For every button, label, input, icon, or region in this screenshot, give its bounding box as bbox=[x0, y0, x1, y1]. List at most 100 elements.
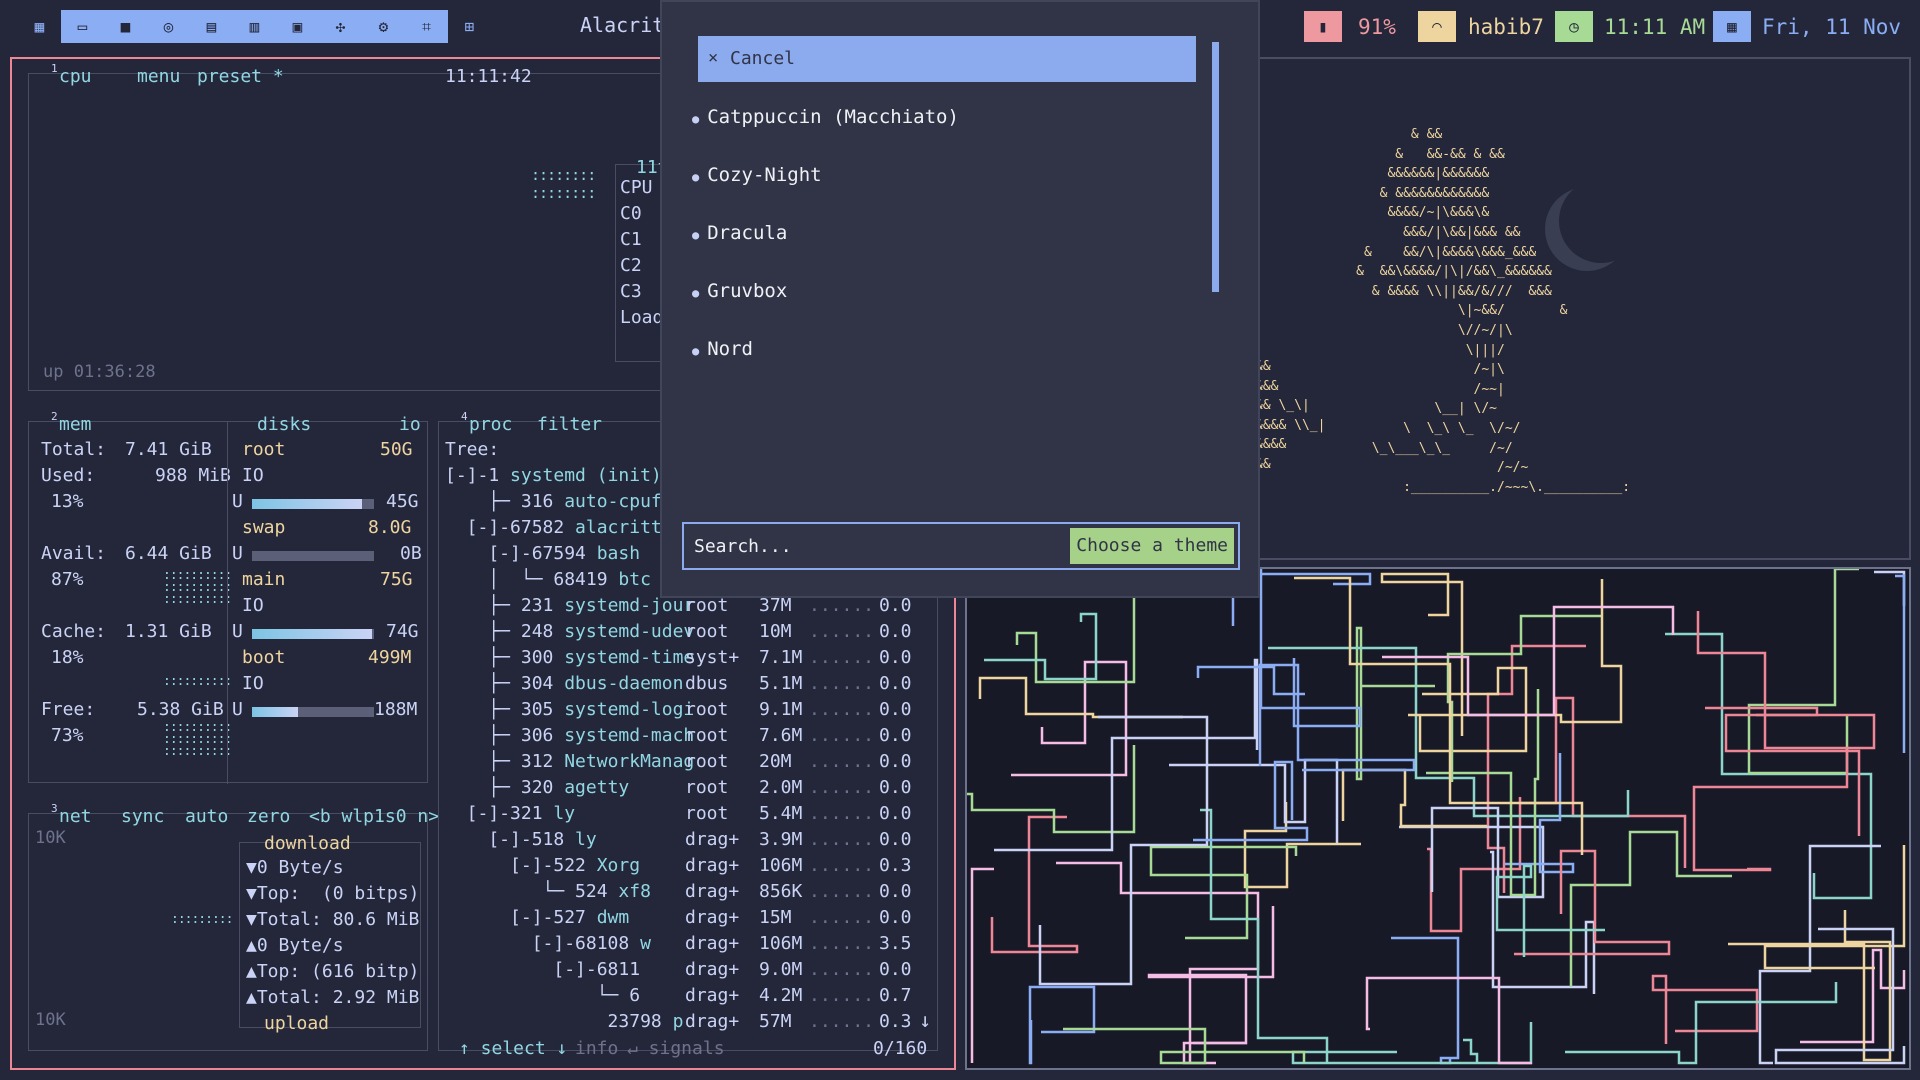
proc-filter-button[interactable]: filter bbox=[537, 414, 602, 435]
process-row[interactable]: └─ 524 xf8 drag+ 856K...... 0.0 bbox=[445, 881, 915, 905]
process-cpu: 0.7 bbox=[879, 985, 912, 1006]
bonsai-art-left: && &&& && \_\| &&&& \\_| &&&& && bbox=[1255, 359, 1326, 472]
pipe-line bbox=[1399, 806, 1545, 899]
process-tree: [-]-68108 bbox=[445, 933, 641, 954]
disk-io: IO bbox=[242, 673, 264, 694]
disk-used: 0B bbox=[400, 543, 422, 564]
bullet-icon: ● bbox=[692, 286, 700, 300]
process-row[interactable]: ├─ 320 agetty root 2.0M...... 0.0 bbox=[445, 777, 915, 801]
wifi-name[interactable]: habib7 bbox=[1456, 12, 1556, 43]
cpu-preset-button[interactable]: preset * bbox=[197, 66, 284, 87]
process-tree: ├─ 312 bbox=[445, 751, 565, 772]
cancel-button[interactable]: × Cancel bbox=[698, 36, 1196, 82]
disk-io: IO bbox=[242, 465, 264, 486]
theme-option[interactable]: ● Nord bbox=[692, 338, 753, 360]
process-mem: 106M bbox=[759, 933, 803, 954]
process-row[interactable]: [-]-527 dwm drag+ 15M...... 0.0 bbox=[445, 907, 915, 931]
process-row[interactable]: [-]-518 ly drag+ 3.9M...... 0.0 bbox=[445, 829, 915, 853]
settings-icon[interactable]: ⚙ bbox=[362, 10, 405, 43]
signals-hint[interactable]: ↵ signals bbox=[627, 1038, 725, 1059]
process-row[interactable]: ├─ 312 NetworkManag root 20M...... 0.0 bbox=[445, 751, 915, 775]
proc-box-title[interactable]: proc bbox=[469, 414, 512, 435]
process-user: drag+ bbox=[685, 959, 740, 980]
process-command: agetty bbox=[564, 777, 630, 798]
grid-icon[interactable]: ▦ bbox=[18, 10, 61, 43]
theme-option-label: Cozy-Night bbox=[707, 164, 822, 186]
theme-picker[interactable]: × Cancel ● Catppuccin (Macchiato) ● Cozy-N… bbox=[660, 0, 1260, 598]
process-cpu: 0.0 bbox=[879, 881, 912, 902]
cpu-core-label: C0 bbox=[620, 203, 642, 224]
process-bar: ...... bbox=[809, 855, 875, 876]
process-row[interactable]: [-]-68108 w drag+ 106M...... 3.5 bbox=[445, 933, 915, 957]
layout-icon[interactable]: ⊞ bbox=[448, 10, 491, 43]
disk-name: boot bbox=[242, 647, 286, 668]
download-label: download bbox=[264, 833, 351, 854]
theme-option[interactable]: ● Gruvbox bbox=[692, 280, 787, 302]
pipe-line bbox=[1291, 1022, 1533, 1065]
select-hint[interactable]: ↑ select ↓ bbox=[459, 1038, 567, 1059]
process-tree: ├─ 305 bbox=[445, 699, 565, 720]
theme-option[interactable]: ● Cozy-Night bbox=[692, 164, 822, 186]
process-user: root bbox=[685, 777, 729, 798]
search-bar[interactable]: Search... Choose a theme bbox=[682, 522, 1240, 570]
scrollbar[interactable] bbox=[1212, 42, 1219, 292]
proc-count: 0/160 bbox=[873, 1038, 928, 1059]
gamepad-icon[interactable]: ✣ bbox=[319, 10, 362, 43]
prompt-text: Choose a theme bbox=[1076, 535, 1228, 556]
mem-avail-pct: 87% bbox=[51, 569, 84, 590]
process-row[interactable]: ├─ 248 systemd-udev root 10M...... 0.0 bbox=[445, 621, 915, 645]
process-row[interactable]: [-]-522 Xorg drag+ 106M...... 0.3 bbox=[445, 855, 915, 879]
process-row[interactable]: ├─ 306 systemd-mach root 7.6M...... 0.0 bbox=[445, 725, 915, 749]
cpu-box-title[interactable]: cpu bbox=[59, 66, 92, 87]
process-row[interactable]: 23798 p drag+ 57M...... 0.3 bbox=[445, 1011, 915, 1035]
book-icon[interactable]: ▥ bbox=[233, 10, 276, 43]
info-hint[interactable]: info bbox=[575, 1038, 618, 1059]
tree-art-window[interactable]: & && & &&-&& & && &&&&&&|&&&&&& & &&&&&&… bbox=[1255, 57, 1911, 560]
pipe-line bbox=[1365, 976, 1532, 1065]
process-row[interactable]: ├─ 300 systemd-time syst+ 7.1M...... 0.0 bbox=[445, 647, 915, 671]
process-command: alacritty bbox=[575, 517, 673, 538]
net-auto-button[interactable]: auto bbox=[185, 806, 228, 827]
cpu-core-label: C3 bbox=[620, 281, 642, 302]
process-row[interactable]: ├─ 304 dbus-daemon dbus 5.1M...... 0.0 bbox=[445, 673, 915, 697]
process-user: syst+ bbox=[685, 647, 740, 668]
search-input[interactable]: Search... bbox=[694, 536, 792, 557]
process-tree: ├─ 231 bbox=[445, 595, 565, 616]
process-user: drag+ bbox=[685, 985, 740, 1006]
disk-usage-bar bbox=[252, 707, 374, 717]
process-bar: ...... bbox=[809, 725, 875, 746]
cpu-menu-button[interactable]: menu bbox=[137, 66, 180, 87]
process-row[interactable]: [-]-6811 drag+ 9.0M...... 0.0 bbox=[445, 959, 915, 983]
disks-panel: root 50G IO U 45G swap 8.0G U 0B main 75… bbox=[227, 422, 428, 784]
process-row[interactable]: ├─ 231 systemd-jour root 37M...... 0.0 bbox=[445, 595, 915, 619]
net-sync-button[interactable]: sync bbox=[121, 806, 164, 827]
process-cpu: 0.0 bbox=[879, 803, 912, 824]
folder-icon[interactable]: ■ bbox=[104, 10, 147, 43]
theme-option[interactable]: ● Dracula bbox=[692, 222, 787, 244]
mem-box-number: 2 bbox=[51, 410, 58, 423]
net-zero-button[interactable]: zero bbox=[247, 806, 290, 827]
process-tree: [-]-527 bbox=[445, 907, 597, 928]
mem-box-title[interactable]: mem bbox=[59, 414, 92, 435]
process-user: root bbox=[685, 595, 729, 616]
scroll-down-icon[interactable]: ↓ bbox=[919, 1008, 931, 1032]
process-row[interactable]: ├─ 305 systemd-logi root 9.1M...... 0.0 bbox=[445, 699, 915, 723]
process-tree: [-]-6811 bbox=[445, 959, 651, 980]
process-user: drag+ bbox=[685, 881, 740, 902]
process-mem: 106M bbox=[759, 855, 803, 876]
pipes-window[interactable] bbox=[965, 567, 1911, 1070]
network-icon[interactable]: ⌗ bbox=[405, 10, 448, 43]
process-row[interactable]: [-]-321 ly root 5.4M...... 0.0 bbox=[445, 803, 915, 827]
music-icon[interactable]: ▤ bbox=[190, 10, 233, 43]
net-interface-selector[interactable]: <b wlp1s0 n> bbox=[309, 806, 439, 827]
process-command: dwm bbox=[596, 907, 630, 928]
pipe-line bbox=[1258, 663, 1416, 772]
net-box-title[interactable]: net bbox=[59, 806, 92, 827]
theme-option[interactable]: ● Catppuccin (Macchiato) bbox=[692, 106, 959, 128]
browser-icon[interactable]: ◎ bbox=[147, 10, 190, 43]
cpu-box-number: 1 bbox=[51, 62, 58, 75]
process-row[interactable]: └─ 6 drag+ 4.2M...... 0.7 bbox=[445, 985, 915, 1009]
chat-icon[interactable]: ▣ bbox=[276, 10, 319, 43]
terminal-icon[interactable]: ▭ bbox=[61, 10, 104, 43]
process-user: drag+ bbox=[685, 907, 740, 928]
